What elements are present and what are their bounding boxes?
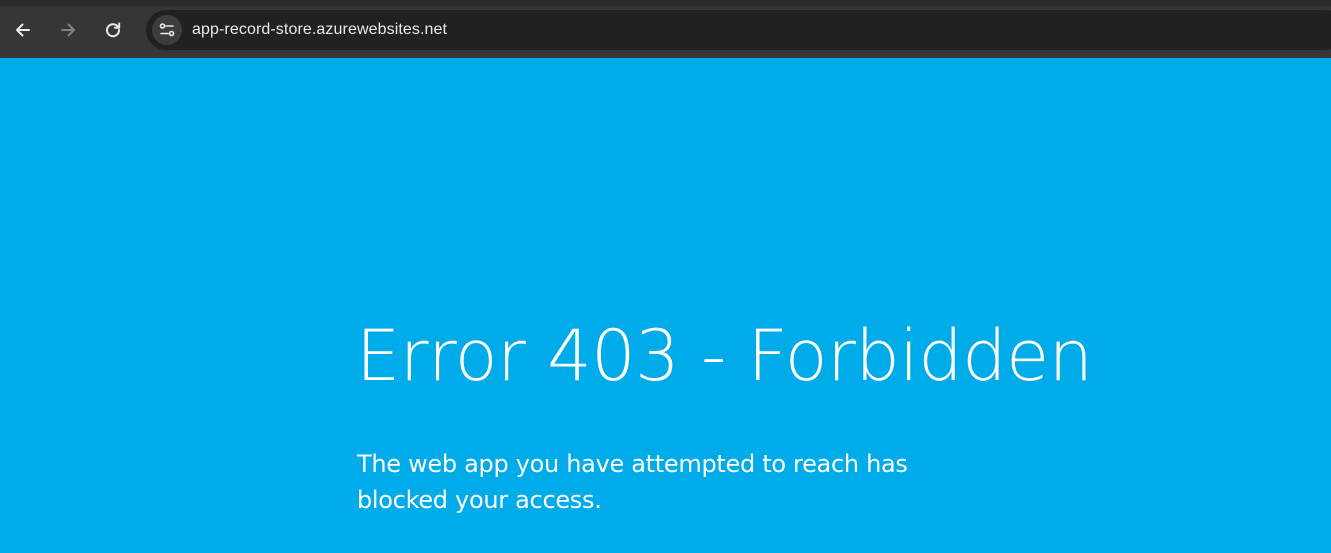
reload-button[interactable] [96, 13, 130, 47]
browser-toolbar: app-record-store.azurewebsites.net [0, 0, 1331, 58]
back-button[interactable] [6, 13, 40, 47]
arrow-right-icon [61, 23, 75, 37]
page-title: Error 403 - Forbidden [356, 315, 1093, 397]
error-message: The web app you have attempted to reach … [357, 450, 908, 514]
forward-button[interactable] [51, 13, 85, 47]
arrow-left-icon [16, 23, 30, 37]
page-content: Error 403 - Forbidden The web app you ha… [0, 58, 1331, 553]
browser-window: app-record-store.azurewebsites.net Error… [0, 0, 1331, 553]
tune-icon [159, 23, 175, 37]
address-bar[interactable]: app-record-store.azurewebsites.net [146, 10, 1331, 50]
site-info-button[interactable] [152, 15, 182, 45]
reload-icon [106, 22, 121, 38]
url-text[interactable]: app-record-store.azurewebsites.net [192, 21, 447, 39]
